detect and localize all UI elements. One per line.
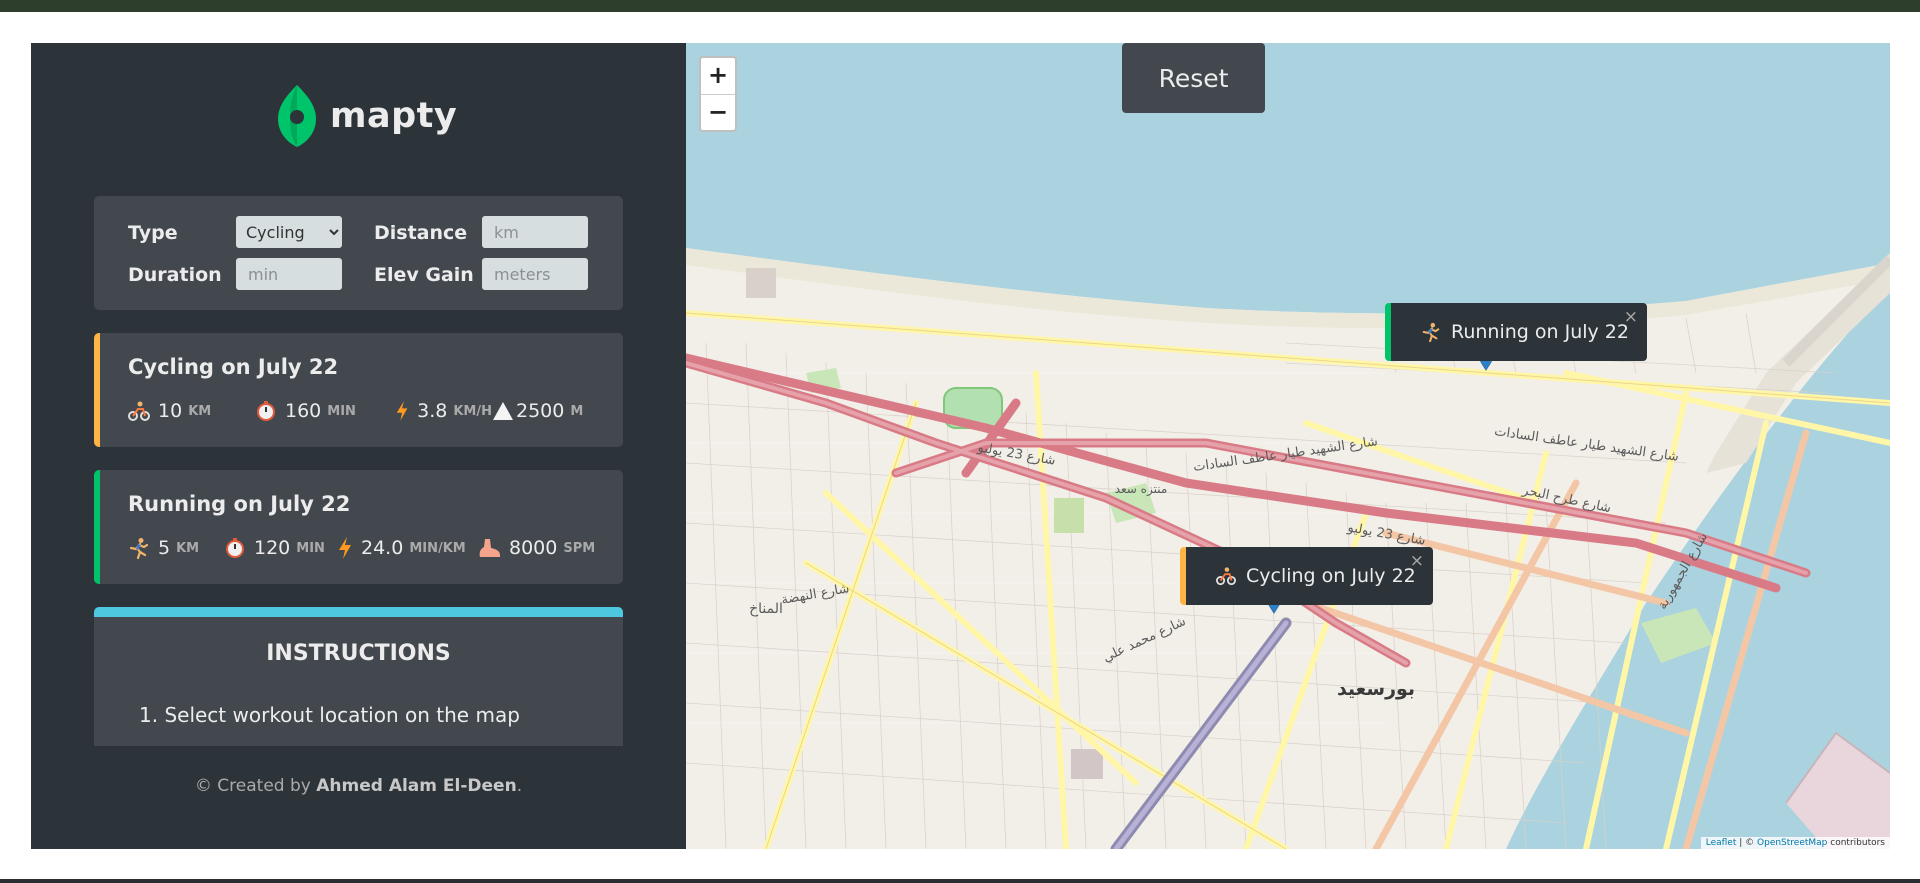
cadence-value: 8000 xyxy=(509,537,558,559)
sidebar: mapty Type Running Cycling Distance Dura… xyxy=(31,43,686,849)
distance-unit: km xyxy=(188,403,212,419)
mountain-icon xyxy=(493,402,513,420)
popup-running[interactable]: Running on July 22 × xyxy=(1385,303,1647,361)
elev-gain-label: Elev Gain xyxy=(374,264,474,286)
credit-suffix: . xyxy=(516,776,523,796)
cyclist-icon xyxy=(128,401,150,421)
distance-label: Distance xyxy=(374,222,468,244)
popup-title: Running on July 22 xyxy=(1451,321,1629,343)
map-attribution: Leaflet | © OpenStreetMap contributors xyxy=(1700,837,1890,849)
distance-unit: km xyxy=(176,540,200,556)
distance-value: 5 xyxy=(158,537,171,559)
app-container: mapty Type Running Cycling Distance Dura… xyxy=(31,43,1890,849)
duration-unit: min xyxy=(296,540,325,556)
lightning-icon xyxy=(339,537,351,559)
cadence-unit: spm xyxy=(563,540,596,556)
distance-value: 10 xyxy=(158,400,183,422)
browser-top-strip xyxy=(0,0,1920,12)
duration-unit: min xyxy=(327,403,356,419)
popup-title: Cycling on July 22 xyxy=(1246,565,1416,587)
elevation-unit: m xyxy=(570,403,584,419)
map-tiles[interactable]: شارع الشهيد طيار عاطف السادات شارع الشهي… xyxy=(686,43,1890,849)
stat-distance: 10 km xyxy=(128,400,255,422)
popup-cycling[interactable]: Cycling on July 22 × xyxy=(1180,547,1433,605)
osm-link[interactable]: OpenStreetMap xyxy=(1757,838,1827,848)
distance-input[interactable] xyxy=(482,216,588,248)
duration-value: 120 xyxy=(254,537,291,559)
popup-close-button[interactable]: × xyxy=(1410,551,1424,571)
map-pin-logo-icon xyxy=(278,85,316,147)
logo-text: mapty xyxy=(330,96,458,136)
zoom-control: + − xyxy=(699,56,737,132)
pace-unit: min/km xyxy=(409,540,466,556)
instruction-step: 1. Select workout location on the map xyxy=(139,703,520,727)
stopwatch-icon xyxy=(226,538,244,558)
stat-cadence: 8000 spm xyxy=(477,537,595,559)
map[interactable]: شارع الشهيد طيار عاطف السادات شارع الشهي… xyxy=(686,43,1890,849)
type-select[interactable]: Running Cycling xyxy=(236,216,342,248)
workout-title: Running on July 22 xyxy=(128,492,351,516)
leaflet-link[interactable]: Leaflet xyxy=(1706,838,1737,848)
workout-stats: 5 km 120 min 24.0 xyxy=(128,536,595,560)
stat-distance: 5 km xyxy=(128,537,224,559)
runner-icon xyxy=(1422,322,1440,342)
workout-form: Type Running Cycling Distance Duration E… xyxy=(94,196,623,310)
zoom-in-button[interactable]: + xyxy=(701,58,735,95)
workout-title: Cycling on July 22 xyxy=(128,355,339,379)
runner-icon xyxy=(129,538,149,559)
instructions-panel: INSTRUCTIONS 1. Select workout location … xyxy=(94,607,623,746)
attribution-suffix: contributors xyxy=(1827,838,1885,848)
speed-unit: km/h xyxy=(453,403,492,419)
stopwatch-icon xyxy=(257,401,275,421)
duration-value: 160 xyxy=(285,400,322,422)
footprint-icon xyxy=(479,539,500,557)
elev-gain-input[interactable] xyxy=(482,258,588,290)
map-park-label: منتزه سعد xyxy=(1115,482,1168,497)
reset-button[interactable]: Reset xyxy=(1122,43,1265,113)
stat-duration: 160 min xyxy=(255,400,395,422)
credit-prefix: © Created by xyxy=(194,776,317,796)
map-city-label: بورسعيد xyxy=(1337,678,1415,700)
stat-speed: 3.8 km/h xyxy=(395,399,492,423)
lightning-icon xyxy=(396,401,408,421)
logo: mapty xyxy=(276,81,457,151)
instructions-heading: INSTRUCTIONS xyxy=(266,641,451,666)
workout-card-cycling[interactable]: Cycling on July 22 10 km xyxy=(94,333,623,447)
workout-stats: 10 km 160 min 3.8 xyxy=(128,399,583,423)
browser-bottom-strip xyxy=(0,879,1920,883)
duration-label: Duration xyxy=(128,264,222,286)
type-label: Type xyxy=(128,222,178,244)
stat-pace: 24.0 min/km xyxy=(337,536,477,560)
copyright: © Created by Ahmed Alam El-Deen. xyxy=(31,776,686,796)
zoom-out-button[interactable]: − xyxy=(701,95,735,131)
stat-duration: 120 min xyxy=(224,537,337,559)
stat-elevation: 2500 m xyxy=(492,400,583,422)
instructions-accent-bar xyxy=(94,607,623,617)
elevation-value: 2500 xyxy=(516,400,565,422)
duration-input[interactable] xyxy=(236,258,342,290)
map-district-label: المناخ xyxy=(749,601,783,617)
cyclist-icon xyxy=(1216,567,1236,586)
author-link[interactable]: Ahmed Alam El-Deen xyxy=(316,776,516,796)
attribution-sep: | © xyxy=(1736,838,1758,848)
workout-card-running[interactable]: Running on July 22 5 km xyxy=(94,470,623,584)
speed-value: 3.8 xyxy=(417,400,448,422)
popup-close-button[interactable]: × xyxy=(1624,307,1638,327)
pace-value: 24.0 xyxy=(361,537,404,559)
